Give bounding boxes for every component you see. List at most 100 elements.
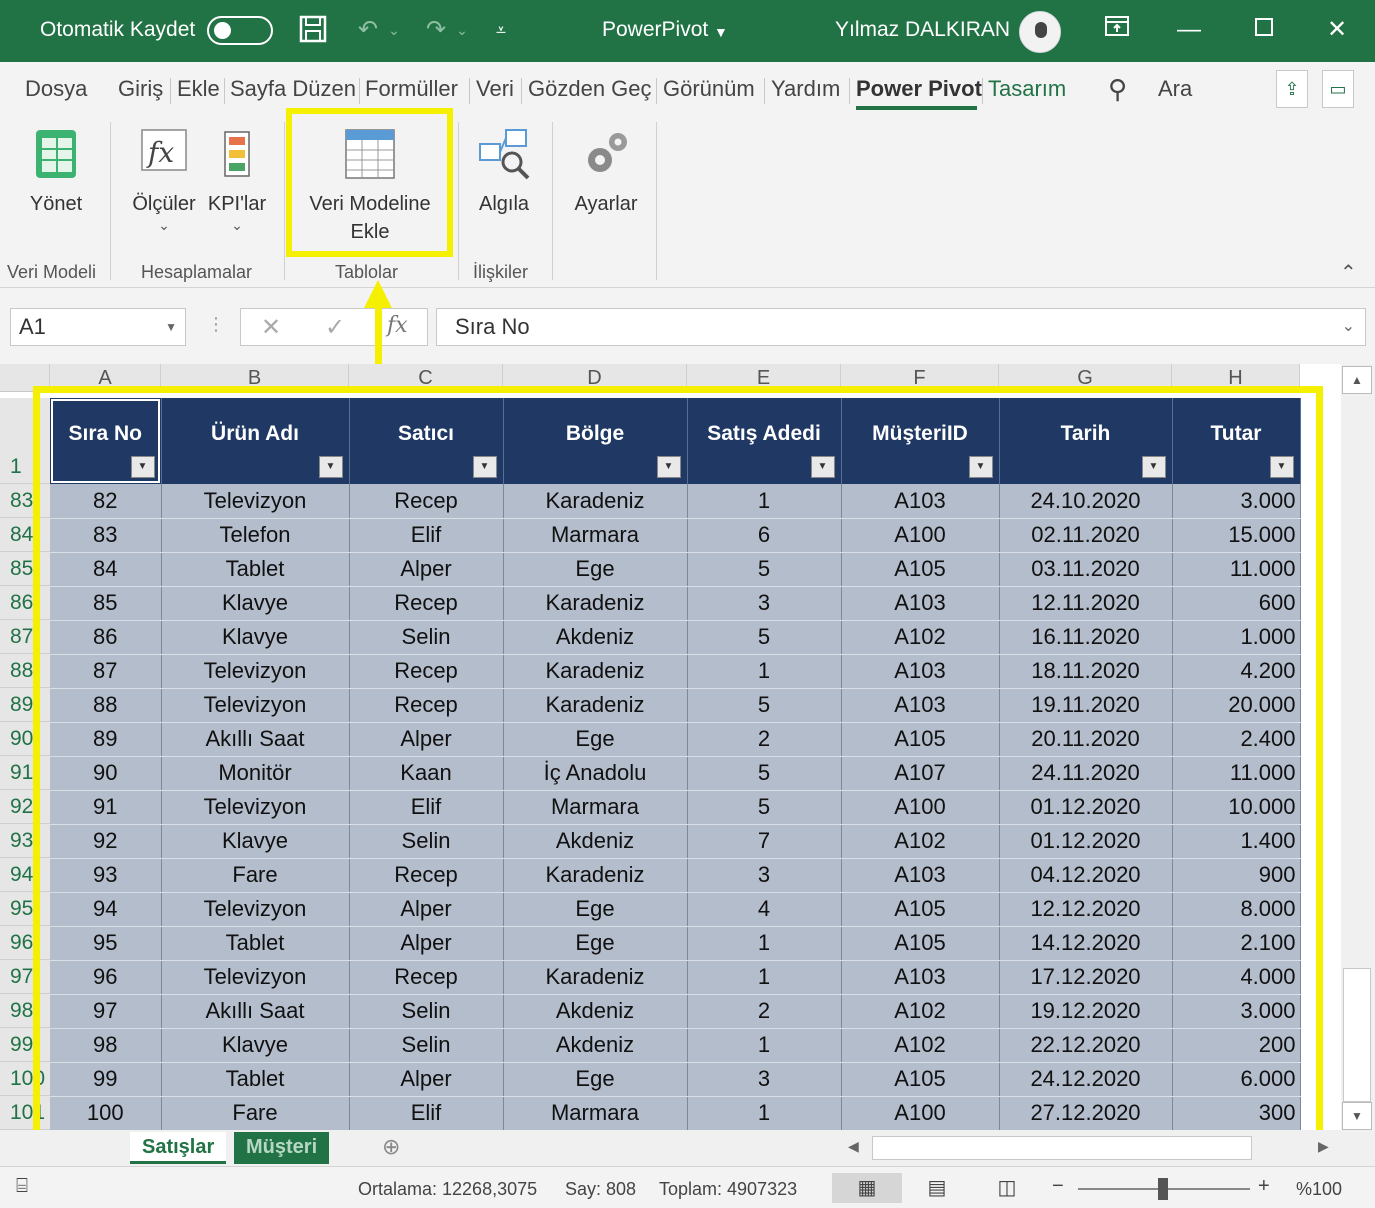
chevron-down-icon[interactable]: ⌄ — [126, 218, 202, 232]
status-bar: ⌸ Ortalama: 12268,3075 Say: 808 Toplam: … — [0, 1166, 1375, 1208]
redo-dropdown-icon[interactable]: ⌄ — [452, 14, 472, 46]
customize-qat-icon[interactable]: ⩡ — [488, 14, 514, 46]
ribbon: Yönet fx Ölçüler ⌄ KPI'lar ⌄ Veri Modeli… — [0, 116, 1375, 288]
tab-gozden-gec[interactable]: Gözden Geç — [528, 76, 652, 102]
kpis-label: KPI'lar — [207, 193, 267, 215]
svg-text:fx: fx — [146, 136, 174, 169]
expand-formula-icon[interactable]: ⌄ — [1342, 309, 1355, 345]
tab-separator — [224, 78, 225, 104]
enter-icon[interactable]: ✓ — [325, 313, 345, 342]
tab-separator — [764, 78, 765, 104]
tab-separator — [170, 78, 171, 104]
group-label-relationships: İlişkiler — [473, 262, 529, 282]
maximize-icon[interactable] — [1247, 14, 1281, 46]
cancel-icon[interactable]: ✕ — [261, 313, 281, 342]
group-label-calculations: Hesaplamalar — [141, 262, 253, 282]
vertical-scrollbar[interactable]: ▲ ▼ — [1341, 364, 1375, 1130]
measures-button[interactable]: fx Ölçüler ⌄ — [126, 124, 202, 232]
search-label[interactable]: Ara — [1158, 76, 1192, 102]
search-icon[interactable]: ⚲ — [1108, 74, 1127, 105]
status-sum[interactable]: Toplam: 4907323 — [659, 1179, 797, 1200]
name-box[interactable]: A1 ▼ — [10, 308, 186, 346]
horizontal-scrollbar[interactable] — [872, 1136, 1252, 1160]
sheet-tab-musteri[interactable]: Müşteri — [234, 1132, 330, 1164]
settings-button[interactable]: Ayarlar — [568, 124, 644, 218]
ribbon-display-options-icon[interactable] — [1100, 14, 1134, 47]
zoom-out-icon[interactable]: − — [1052, 1175, 1064, 1198]
close-icon[interactable]: ✕ — [1320, 14, 1354, 46]
manage-label: Yönet — [29, 193, 83, 215]
chevron-down-icon[interactable]: ⌄ — [204, 218, 270, 232]
tab-separator — [982, 78, 983, 104]
gear-icon — [588, 133, 627, 172]
zoom-in-icon[interactable]: + — [1258, 1175, 1270, 1198]
detect-relationships-icon — [479, 129, 530, 180]
comments-icon[interactable]: ▭ — [1322, 70, 1354, 108]
scroll-left-icon[interactable]: ◀ — [848, 1138, 859, 1155]
collapse-ribbon-icon[interactable]: ⌃ — [1340, 260, 1357, 285]
sheet-tab-bar: Satışlar Müşteri ⊕ ◀ ▶ — [0, 1130, 1375, 1166]
title-dropdown-icon[interactable]: ▼ — [714, 24, 728, 40]
title-bar: Otomatik Kaydet ↶ ⌄ ↷ ⌄ ⩡ PowerPivot ▼ Y… — [0, 0, 1375, 62]
more-options-icon[interactable]: ⋮ — [207, 314, 225, 335]
scroll-thumb[interactable] — [1343, 968, 1371, 1102]
undo-icon[interactable]: ↶ — [348, 14, 388, 46]
autosave-toggle[interactable] — [207, 16, 273, 45]
tab-yardim[interactable]: Yardım — [771, 76, 840, 102]
manage-button[interactable]: Yönet — [14, 124, 98, 218]
share-icon[interactable]: ⇪ — [1276, 70, 1308, 108]
zoom-slider-knob[interactable] — [1158, 1178, 1168, 1200]
scroll-down-icon[interactable]: ▼ — [1342, 1102, 1372, 1130]
tab-separator — [359, 78, 360, 104]
scroll-up-icon[interactable]: ▲ — [1342, 366, 1372, 394]
tab-giris[interactable]: Giriş — [118, 76, 163, 102]
formula-value: Sıra No — [455, 314, 530, 339]
tab-formuller[interactable]: Formüller — [365, 76, 458, 102]
add-sheet-icon[interactable]: ⊕ — [382, 1134, 400, 1160]
tab-veri[interactable]: Veri — [476, 76, 514, 102]
measures-label: Ölçüler — [132, 193, 196, 215]
group-separator — [284, 122, 285, 280]
group-separator — [458, 122, 459, 280]
group-label-data-model: Veri Modeli — [7, 262, 97, 282]
detect-button[interactable]: Algıla — [470, 124, 538, 218]
redo-icon[interactable]: ↷ — [416, 14, 456, 46]
tab-gorunum[interactable]: Görünüm — [663, 76, 755, 102]
normal-view-icon[interactable]: ▦ — [832, 1173, 902, 1203]
save-icon[interactable] — [296, 14, 330, 53]
formula-input[interactable]: Sıra No ⌄ — [436, 308, 1366, 346]
avatar[interactable] — [1019, 11, 1061, 53]
page-layout-view-icon[interactable]: ▤ — [920, 1173, 954, 1203]
group-separator — [656, 122, 657, 280]
scroll-right-icon[interactable]: ▶ — [1318, 1138, 1329, 1155]
tab-separator — [469, 78, 470, 104]
formula-bar: A1 ▼ ⋮ ✕ ✓ fx Sıra No ⌄ — [0, 288, 1375, 364]
active-tab-indicator — [856, 106, 977, 110]
tab-sayfa-duzen[interactable]: Sayfa Düzen — [230, 76, 356, 102]
autosave-label: Otomatik Kaydet — [40, 18, 196, 41]
status-count[interactable]: Say: 808 — [565, 1179, 636, 1200]
page-break-view-icon[interactable]: ◫ — [990, 1173, 1024, 1203]
group-separator — [110, 122, 111, 280]
sheet-tab-satislar[interactable]: Satışlar — [130, 1132, 227, 1164]
highlight-box-add-to-model — [286, 108, 453, 257]
page-status-icon[interactable]: ⌸ — [16, 1175, 28, 1198]
yellow-arrow-icon — [364, 280, 392, 366]
zoom-level[interactable]: %100 — [1296, 1179, 1342, 1200]
tab-tasarim[interactable]: Tasarım — [988, 76, 1066, 102]
tab-ekle[interactable]: Ekle — [177, 76, 220, 102]
status-average[interactable]: Ortalama: 12268,3075 — [358, 1179, 537, 1200]
manage-icon — [36, 130, 76, 178]
tab-power-pivot[interactable]: Power Pivot — [856, 76, 982, 102]
kpis-button[interactable]: KPI'lar ⌄ — [204, 124, 270, 232]
user-name[interactable]: Yılmaz DALKIRAN — [835, 18, 1010, 42]
group-separator — [552, 122, 553, 280]
name-box-dropdown-icon[interactable]: ▼ — [165, 309, 177, 345]
tab-dosya[interactable]: Dosya — [25, 76, 87, 102]
minimize-icon[interactable]: — — [1172, 14, 1206, 46]
kpi-icon — [224, 131, 250, 177]
name-box-value: A1 — [19, 314, 46, 339]
tab-separator — [656, 78, 657, 104]
undo-dropdown-icon[interactable]: ⌄ — [384, 14, 404, 46]
toggle-knob — [214, 22, 231, 39]
